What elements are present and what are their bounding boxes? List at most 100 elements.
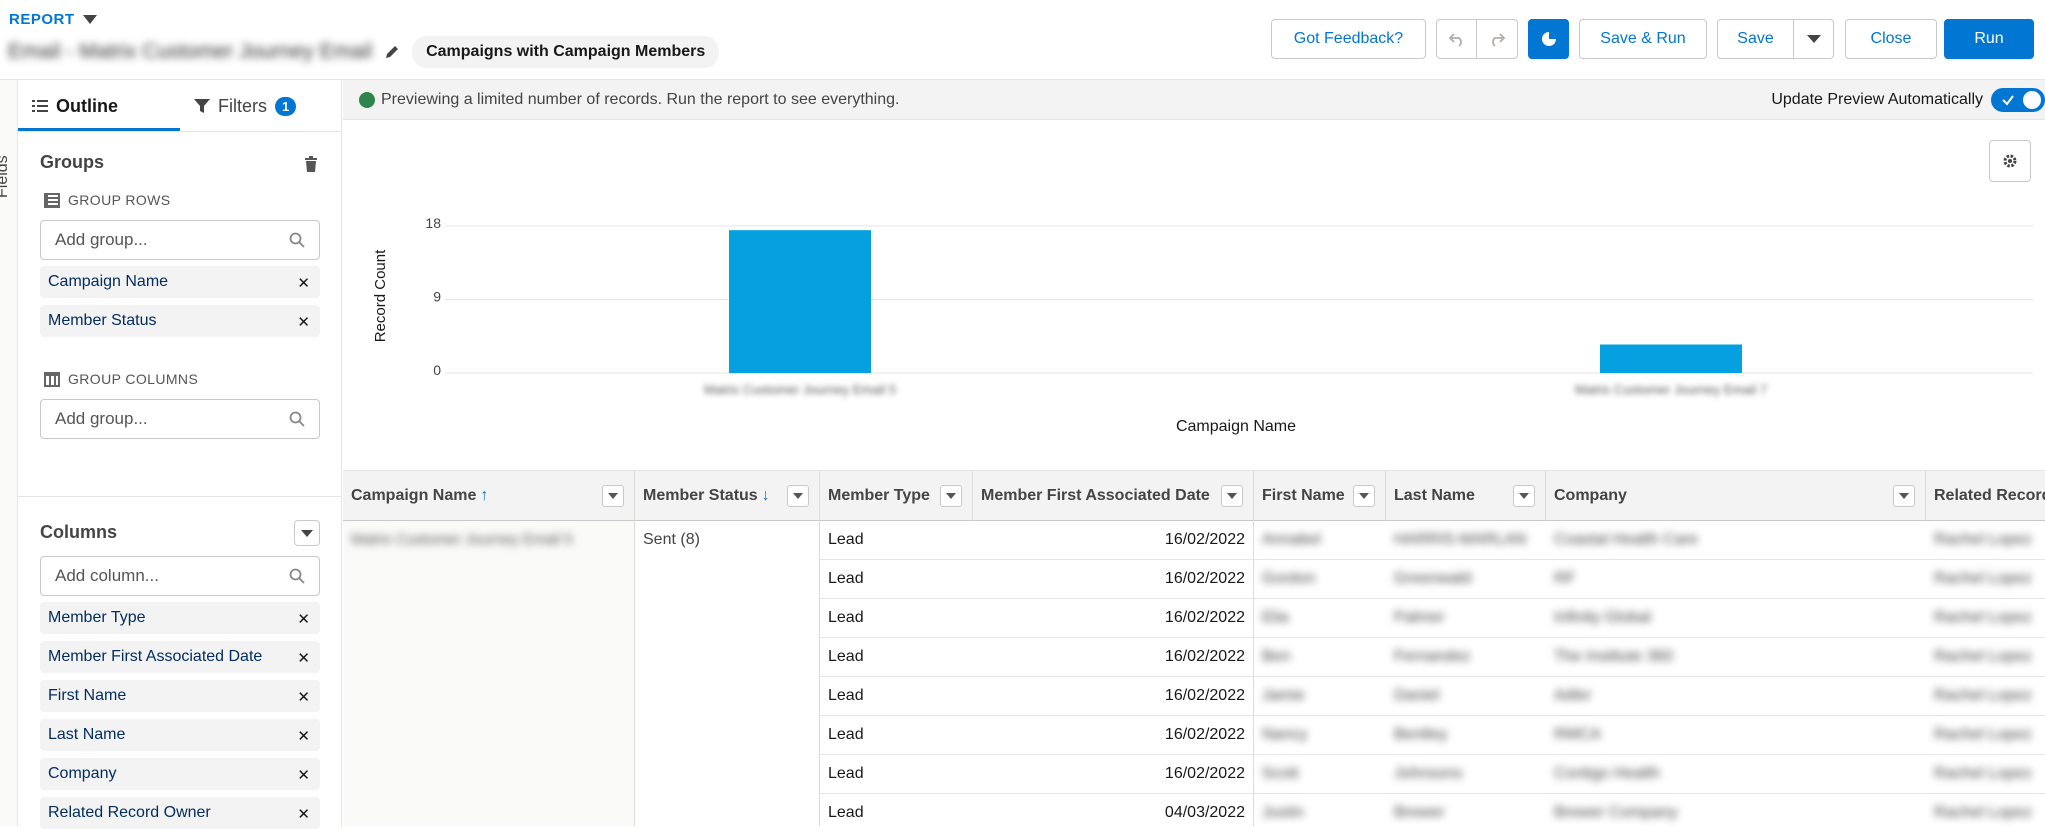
associated-date-cell: 16/02/2022	[973, 716, 1254, 755]
tab-filters[interactable]: Filters 1	[194, 80, 297, 132]
chart-settings-button[interactable]	[1989, 140, 2031, 182]
column-label: Member First Associated Date	[48, 648, 263, 665]
report-type-menu[interactable]: REPORT	[9, 11, 97, 28]
columns-title: Columns	[40, 522, 118, 542]
last-name-cell: Brewer	[1386, 794, 1546, 826]
group-rows-label: GROUP ROWS	[68, 192, 171, 208]
column-header[interactable]: Member First Associated Date	[973, 471, 1254, 521]
associated-date-cell: 16/02/2022	[973, 599, 1254, 638]
group-row-pill[interactable]: Campaign Name ✕	[40, 266, 320, 298]
column-menu-button[interactable]	[1221, 485, 1243, 507]
feedback-button[interactable]: Got Feedback?	[1271, 19, 1426, 59]
save-menu-button[interactable]	[1794, 19, 1834, 59]
column-menu-button[interactable]	[1893, 485, 1915, 507]
group-status-value: Sent (8)	[643, 531, 700, 548]
search-icon	[289, 232, 305, 248]
column-menu-button[interactable]	[602, 485, 624, 507]
associated-date-cell: 16/02/2022	[973, 755, 1254, 794]
column-header[interactable]: Campaign Name ↑	[343, 471, 635, 521]
remove-icon[interactable]: ✕	[297, 766, 310, 784]
column-pill[interactable]: Company ✕	[40, 758, 320, 790]
column-label: Last Name	[48, 726, 126, 743]
toggle-knob	[2023, 91, 2041, 109]
column-pill[interactable]: Last Name ✕	[40, 719, 320, 751]
bar[interactable]	[1600, 344, 1742, 374]
y-tick-label: 9	[433, 289, 441, 305]
redo-icon	[1492, 33, 1506, 47]
column-header[interactable]: Last Name	[1386, 471, 1546, 521]
column-menu-button[interactable]	[1353, 485, 1375, 507]
save-group: Save	[1717, 19, 1834, 59]
report-table: Campaign Name ↑ Member Status ↓ Member Typ…	[343, 470, 2045, 826]
remove-icon[interactable]: ✕	[297, 313, 310, 331]
chart-toggle-button[interactable]	[1528, 19, 1569, 59]
trash-icon[interactable]	[304, 156, 318, 172]
company-cell: Brewer Company	[1546, 794, 1926, 826]
column-header[interactable]: Member Status ↓	[635, 471, 820, 521]
bar-chart: 18 9 0 Matrix Customer Journey Email 5 Matri…	[372, 215, 2033, 435]
column-header-label: Last Name	[1394, 487, 1475, 504]
column-header[interactable]: First Name	[1254, 471, 1386, 521]
group-columns-header: GROUP COLUMNS	[44, 371, 198, 387]
column-pill[interactable]: Member First Associated Date ✕	[40, 641, 320, 673]
add-group-columns-input[interactable]: Add group...	[40, 399, 320, 439]
preview-message: Previewing a limited number of records. …	[381, 91, 900, 108]
chevron-down-icon	[82, 15, 97, 24]
run-button[interactable]: Run	[1944, 19, 2034, 59]
save-and-run-button[interactable]: Save & Run	[1579, 19, 1707, 59]
column-menu-button[interactable]	[787, 485, 809, 507]
group-rows-header: GROUP ROWS	[44, 192, 171, 208]
report-label: REPORT	[9, 11, 75, 28]
fields-rail[interactable]: Fields	[0, 80, 18, 826]
owner-cell: Rachel Lopez	[1926, 716, 2045, 755]
chevron-down-icon	[301, 529, 313, 537]
column-header[interactable]: Member Type	[820, 471, 973, 521]
group-row-label: Campaign Name	[48, 273, 169, 290]
redo-button[interactable]	[1477, 19, 1518, 59]
report-preview: Previewing a limited number of records. …	[343, 80, 2045, 826]
column-header[interactable]: Company	[1546, 471, 1926, 521]
column-pill[interactable]: First Name ✕	[40, 680, 320, 712]
close-button[interactable]: Close	[1845, 19, 1937, 59]
first-name-cell: Elia	[1254, 599, 1386, 638]
remove-icon[interactable]: ✕	[297, 649, 310, 667]
x-axis-label: Campaign Name	[1176, 418, 1296, 435]
column-label: Member Type	[48, 609, 146, 626]
remove-icon[interactable]: ✕	[297, 727, 310, 745]
auto-update-label: Update Preview Automatically	[1771, 91, 1983, 108]
column-menu-button[interactable]	[940, 485, 962, 507]
column-menu-button[interactable]	[1513, 485, 1535, 507]
columns-icon	[44, 371, 60, 387]
member-type-cell: Lead	[820, 638, 973, 677]
column-header-label: First Name	[1262, 487, 1345, 504]
column-header[interactable]: Related Record	[1926, 471, 2045, 521]
campaign-group-cell: Matrix Customer Journey Email 5	[343, 521, 635, 826]
column-pill[interactable]: Related Record Owner ✕	[40, 797, 320, 829]
undo-button[interactable]	[1436, 19, 1477, 59]
remove-icon[interactable]: ✕	[297, 274, 310, 292]
member-type-cell: Lead	[820, 677, 973, 716]
group-row-pill[interactable]: Member Status ✕	[40, 305, 320, 337]
remove-icon[interactable]: ✕	[297, 805, 310, 823]
fields-label: Fields	[0, 155, 11, 198]
first-name-cell: Nancy	[1254, 716, 1386, 755]
group-columns-label: GROUP COLUMNS	[68, 371, 199, 387]
column-pill[interactable]: Member Type ✕	[40, 602, 320, 634]
member-type-cell: Lead	[820, 794, 973, 826]
chevron-down-icon	[793, 493, 803, 499]
report-type-pill: Campaigns with Campaign Members	[412, 36, 720, 68]
column-label: Company	[48, 765, 117, 782]
tab-outline[interactable]: Outline	[32, 80, 118, 132]
edit-pencil-icon[interactable]	[384, 44, 400, 60]
associated-date-cell: 04/03/2022	[973, 794, 1254, 826]
save-button[interactable]: Save	[1717, 19, 1794, 59]
last-name-cell: Bentley	[1386, 716, 1546, 755]
add-column-input[interactable]: Add column...	[40, 556, 320, 596]
columns-menu-button[interactable]	[294, 520, 320, 546]
bar[interactable]	[729, 230, 871, 373]
add-group-rows-input[interactable]: Add group...	[40, 220, 320, 260]
auto-update-toggle[interactable]	[1991, 88, 2045, 112]
chevron-down-icon	[1899, 493, 1909, 499]
remove-icon[interactable]: ✕	[297, 688, 310, 706]
remove-icon[interactable]: ✕	[297, 610, 310, 628]
